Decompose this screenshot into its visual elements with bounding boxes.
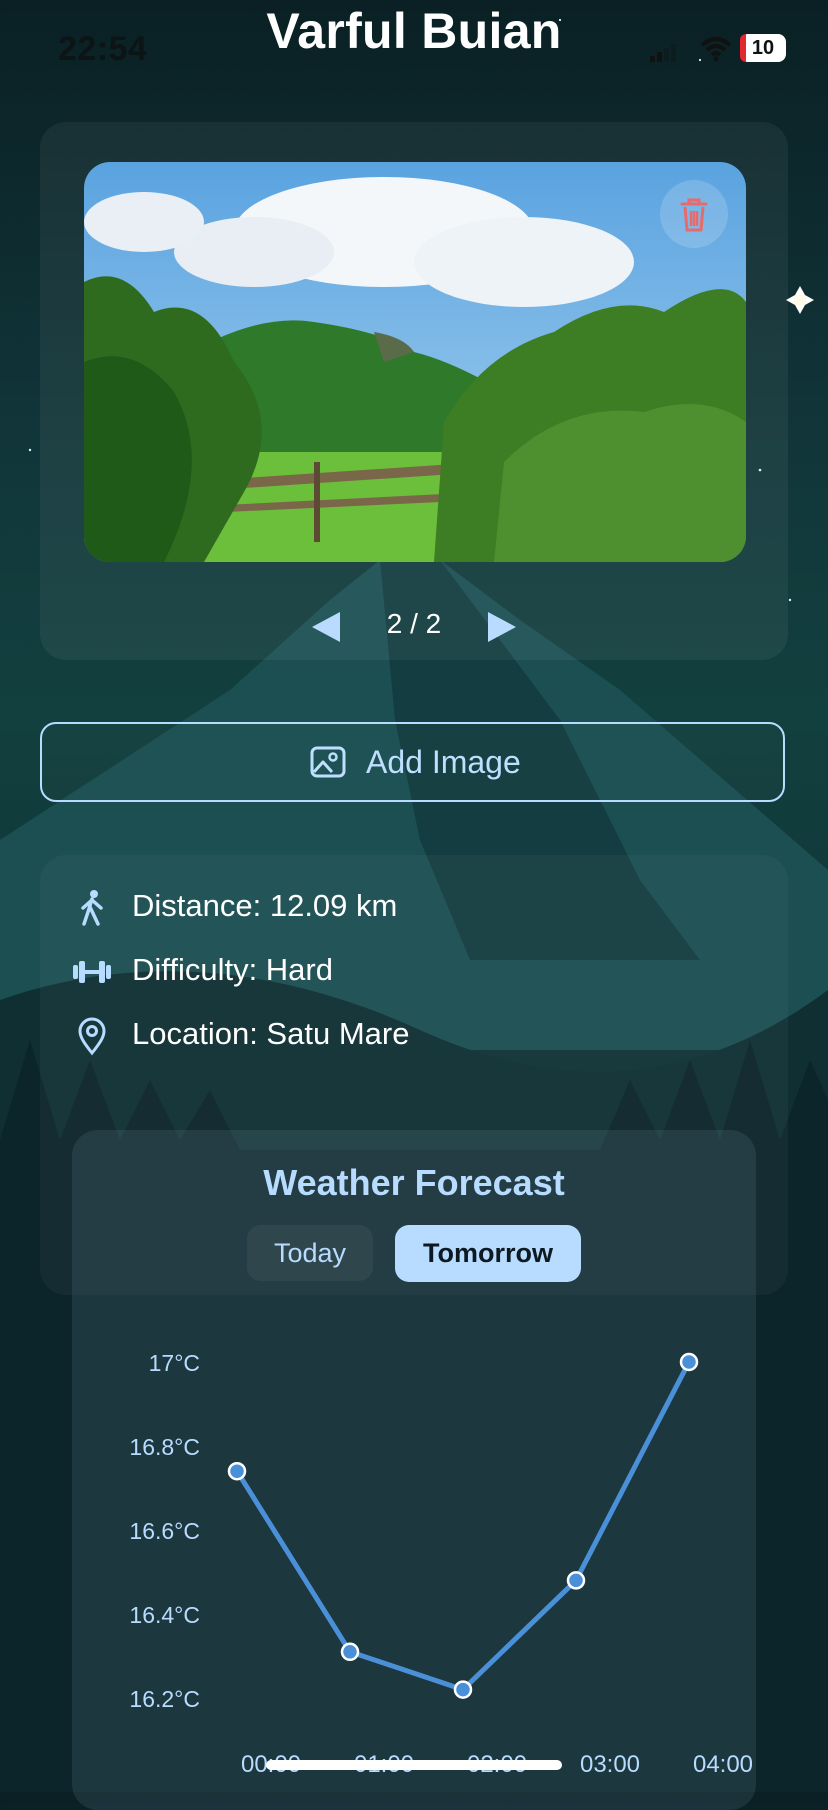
y-tick-label: 16.4°C (129, 1602, 200, 1628)
series-line (234, 1360, 692, 1693)
data-point[interactable] (227, 1461, 247, 1481)
x-tick-label: 03:00 (580, 1751, 640, 1778)
home-indicator (266, 1760, 562, 1770)
data-point[interactable] (566, 1571, 586, 1590)
battery-level: 10 (751, 37, 775, 59)
y-tick-label: 16.8°C (129, 1434, 200, 1460)
temperature-chart: 17°C16.8°C16.6°C16.4°C16.2°C00:0001:0002… (129, 1350, 753, 1778)
y-tick-label: 17°C (149, 1350, 200, 1376)
y-tick-label: 16.6°C (129, 1518, 200, 1544)
y-tick-label: 16.2°C (129, 1686, 200, 1712)
data-point[interactable] (340, 1642, 360, 1662)
x-tick-label: 04:00 (693, 1751, 753, 1778)
data-point[interactable] (453, 1680, 473, 1699)
data-point[interactable] (679, 1352, 699, 1372)
